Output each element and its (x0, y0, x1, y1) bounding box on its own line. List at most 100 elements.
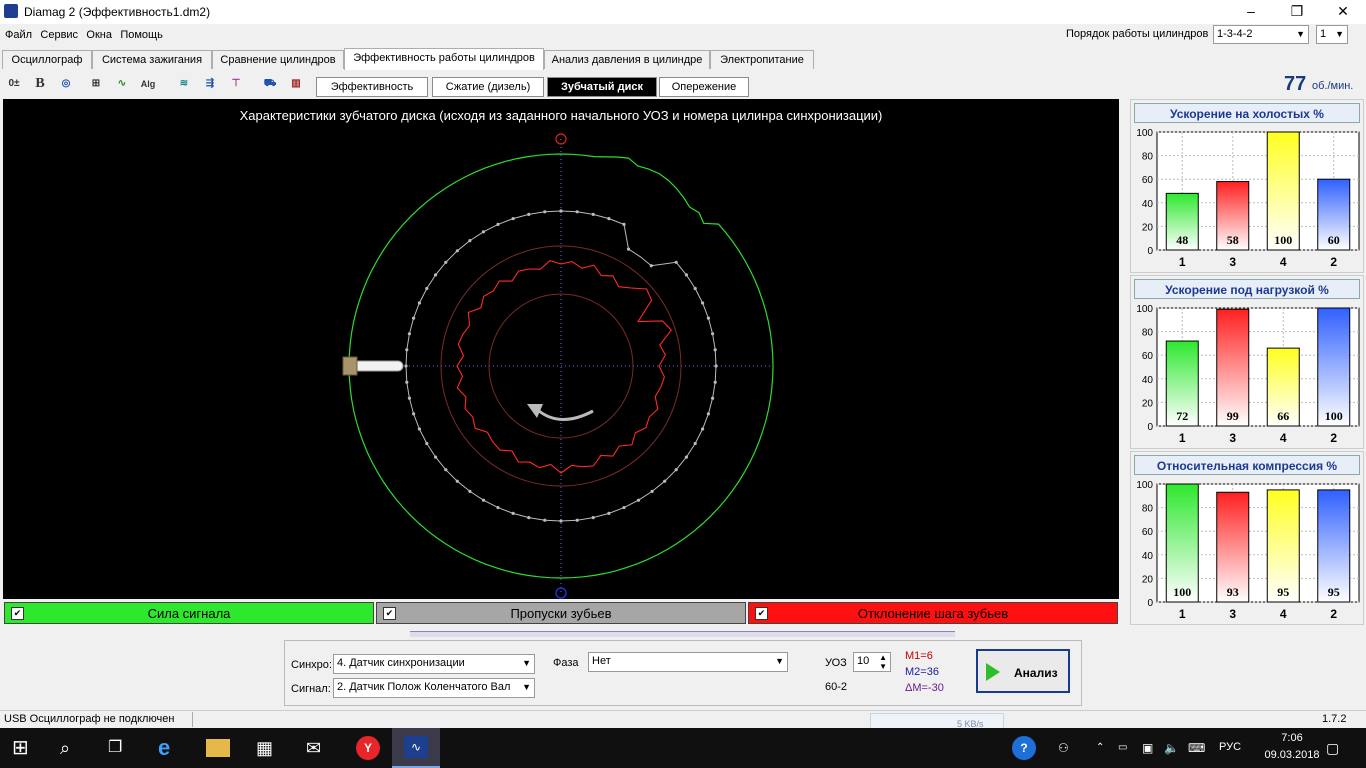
menu-file[interactable]: Файл (5, 26, 32, 44)
clock-date[interactable]: 09.03.2018 (1262, 749, 1322, 761)
legend-signal-strength[interactable]: ✔ Сила сигнала (4, 602, 374, 624)
analyze-button[interactable]: Анализ (976, 649, 1070, 693)
network-icon[interactable]: ▣ (1142, 736, 1166, 760)
tooth-point (455, 249, 459, 253)
sync-select[interactable]: 4. Датчик синхронизации ▼ (333, 654, 535, 674)
spin-arrows-icon[interactable]: ▲ ▼ (879, 653, 887, 671)
curve-icon[interactable]: ∿ (112, 74, 132, 94)
people-icon[interactable]: ⚇ (1058, 736, 1082, 760)
chevron-up-icon[interactable]: ⌃ (1096, 736, 1120, 760)
tab-ignition[interactable]: Система зажигания (92, 50, 212, 69)
volume-icon[interactable]: 🔈 (1164, 736, 1188, 760)
language-indicator[interactable]: РУС (1219, 741, 1241, 753)
signal-value: 2. Датчик Полож Коленчатого Вал (337, 681, 511, 693)
subtab-efficiency[interactable]: Эффективность (316, 77, 428, 97)
tooth-point (405, 380, 409, 384)
menu-windows[interactable]: Окна (86, 26, 112, 44)
tooth-point (434, 455, 438, 459)
checkbox-icon[interactable]: ✔ (383, 607, 396, 620)
tooth-point (511, 511, 515, 515)
zero-adjust-icon[interactable]: 0± (4, 74, 24, 94)
count-icon[interactable]: ⇶ (200, 74, 220, 94)
x-category-label: 2 (1330, 431, 1337, 445)
tab-pressure-analysis[interactable]: Анализ давления в цилиндре (544, 50, 710, 69)
tooth-point (591, 516, 595, 520)
menu-help[interactable]: Помощь (120, 26, 163, 44)
y-tick-label: 20 (1142, 398, 1154, 409)
alg-icon[interactable]: Alg (138, 74, 158, 94)
bar-value-label: 100 (1274, 233, 1292, 247)
y-tick-label: 20 (1142, 574, 1154, 585)
battery-icon[interactable]: ▭ (1118, 736, 1142, 760)
tooth-point (626, 247, 631, 251)
checkbox-icon[interactable]: ✔ (11, 607, 24, 620)
signal-select[interactable]: 2. Датчик Полож Коленчатого Вал ▼ (333, 678, 535, 698)
scale-icon[interactable]: ⊞ (86, 74, 106, 94)
tab-oscillograph[interactable]: Осциллограф (2, 50, 92, 69)
car-icon[interactable]: ⛟ (260, 74, 280, 94)
clock-time[interactable]: 7:06 (1268, 732, 1316, 744)
panel-splitter[interactable] (410, 631, 955, 637)
cylinder-order-select[interactable]: 1-3-4-2 ▼ (1213, 25, 1309, 44)
minimize-button[interactable]: – (1228, 0, 1274, 24)
close-button[interactable]: ✕ (1320, 0, 1366, 24)
subtab-advance[interactable]: Опережение (659, 77, 749, 97)
tooth-point (444, 468, 448, 472)
x-category-label: 2 (1330, 607, 1337, 621)
x-category-label: 2 (1330, 255, 1337, 269)
tooth-point (527, 516, 531, 520)
cylinder-spin-select[interactable]: 1 ▼ (1316, 25, 1348, 44)
tooth-point (693, 441, 697, 446)
bar-value-label: 72 (1176, 409, 1188, 423)
bold-b-icon[interactable]: B (30, 74, 50, 94)
filter-icon[interactable]: ≋ (174, 74, 194, 94)
y-tick-label: 40 (1142, 551, 1154, 562)
help-icon[interactable]: ? (1012, 736, 1036, 760)
tab-cylinder-efficiency[interactable]: Эффективность работы цилиндров (344, 48, 544, 70)
tooth-point (455, 479, 459, 483)
y-tick-label: 0 (1147, 598, 1153, 609)
tab-cylinder-compare[interactable]: Сравнение цилиндров (212, 50, 344, 69)
bar-value-label: 66 (1277, 409, 1289, 423)
subtab-compression-diesel[interactable]: Сжатие (дизель) (432, 77, 544, 97)
tab-power-supply[interactable]: Электропитание (710, 50, 814, 69)
tooth-point (444, 260, 448, 264)
windows-start-icon[interactable]: ⊞ (12, 736, 36, 760)
legend-signal-label: Сила сигнала (147, 606, 231, 621)
yandex-browser-icon[interactable]: Y (356, 736, 380, 760)
tooth-point (559, 209, 563, 213)
tooth-point (622, 222, 626, 226)
edge-browser-icon[interactable]: e (158, 736, 182, 760)
pin-icon[interactable]: ⊤ (226, 74, 246, 94)
menu-service[interactable]: Сервис (40, 26, 78, 44)
legend-missing-teeth[interactable]: ✔ Пропуски зубьев (376, 602, 746, 624)
rpm-gauge-icon[interactable]: ◎ (56, 74, 76, 94)
notifications-icon[interactable]: ▢ (1326, 736, 1350, 760)
bar-value-label: 100 (1173, 585, 1191, 599)
tooth-point (412, 412, 416, 416)
task-view-icon[interactable]: ❐ (108, 736, 132, 760)
app-icon (4, 4, 18, 18)
checkbox-icon[interactable]: ✔ (755, 607, 768, 620)
tooth-point (425, 441, 429, 446)
tooth-point (417, 301, 421, 305)
tooth-point (713, 348, 717, 352)
x-category-label: 3 (1229, 607, 1236, 621)
uoz-stepper[interactable]: 10 ▲ ▼ (853, 652, 891, 672)
toothed-disc-plot: Характеристики зубчатого диска (исходя и… (3, 99, 1119, 599)
mail-icon[interactable]: ✉ (306, 736, 330, 760)
y-tick-label: 60 (1142, 175, 1154, 186)
tooth-point (701, 427, 705, 431)
phase-select[interactable]: Нет ▼ (588, 652, 788, 672)
tooth-point (684, 273, 689, 277)
file-explorer-icon[interactable] (206, 739, 230, 757)
search-icon[interactable]: ⌕ (60, 736, 84, 760)
subtab-toothed-disc[interactable]: Зубчатый диск (547, 77, 657, 97)
diamag-taskbar-button[interactable]: ∿ (392, 728, 440, 768)
store-icon[interactable]: ▦ (256, 736, 280, 760)
keyboard-icon[interactable]: ⌨ (1188, 736, 1212, 760)
bars-icon[interactable]: ▥ (286, 74, 306, 94)
legend-tooth-deviation[interactable]: ✔ Отклонение шага зубьев (748, 602, 1118, 624)
maximize-button[interactable]: ❐ (1274, 0, 1320, 24)
chart-title: Ускорение под нагрузкой % (1134, 279, 1360, 299)
